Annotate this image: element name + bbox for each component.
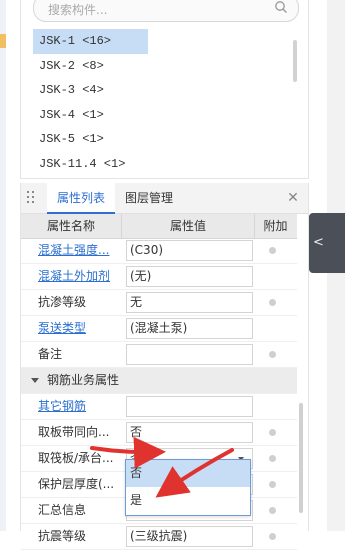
extra-radio[interactable]	[269, 533, 276, 540]
property-value-field[interactable]	[126, 396, 253, 417]
left-strip	[0, 0, 6, 531]
property-name: 抗渗等级	[38, 295, 87, 309]
property-name-link[interactable]: 混凝土外加剂	[38, 264, 122, 289]
tab-layer-management[interactable]: 图层管理	[115, 183, 183, 213]
table-row: 抗震等级 (三级抗震)	[21, 524, 297, 550]
table-row: 备注	[21, 342, 297, 368]
panel-collapse-handle[interactable]: <	[309, 213, 345, 273]
table-header: 属性名称 属性值 附加	[21, 214, 297, 239]
table-row: 混凝土外加剂 (无)	[21, 264, 297, 290]
property-name: 备注	[38, 347, 63, 361]
extra-radio[interactable]	[269, 351, 276, 358]
col-extra-header: 附加	[263, 219, 288, 233]
component-item[interactable]: JSK-2 <8>	[33, 54, 293, 79]
property-name: 抗震等级	[38, 529, 87, 543]
property-value-field[interactable]: 无	[126, 292, 253, 313]
property-name: 取筏板/承台...	[38, 451, 114, 465]
table-row: 抗渗等级 无	[21, 290, 297, 316]
left-accent	[0, 34, 6, 48]
property-scrollbar[interactable]	[299, 403, 303, 513]
col-value-header: 属性值	[121, 214, 255, 238]
component-item[interactable]: JSK-3 <4>	[33, 78, 293, 103]
group-header-row[interactable]: 钢筋业务属性	[21, 368, 297, 394]
drag-handle-icon[interactable]	[27, 191, 35, 205]
property-value-field[interactable]: (C30)	[126, 240, 253, 261]
property-value-field[interactable]	[126, 344, 253, 365]
property-name: 取板带同向...	[38, 425, 110, 439]
col-name-header: 属性名称	[46, 219, 95, 233]
group-header: 钢筋业务属性	[31, 368, 119, 393]
list-scrollbar[interactable]	[293, 40, 297, 82]
extra-radio[interactable]	[269, 299, 276, 306]
property-value-field[interactable]: (三级抗震)	[126, 526, 253, 547]
property-name-link[interactable]: 泵送类型	[38, 316, 122, 341]
property-value-field[interactable]: 否	[126, 422, 253, 443]
table-row: 其它钢筋	[21, 394, 297, 420]
dropdown-option[interactable]: 是	[126, 487, 250, 514]
property-value-field[interactable]: (无)	[126, 266, 253, 287]
table-row: 泵送类型 (混凝土泵)	[21, 316, 297, 342]
extra-radio[interactable]	[269, 429, 276, 436]
property-name: 保护层厚度(...	[38, 477, 115, 491]
property-name-link[interactable]: 其它钢筋	[38, 394, 122, 419]
component-list-panel: 搜索构件... JSK-1 <16> JSK-2 <8> JSK-3 <4> J…	[20, 0, 309, 179]
extra-radio[interactable]	[269, 507, 276, 514]
close-icon[interactable]: ✕	[286, 191, 300, 205]
chevron-left-icon: <	[313, 235, 324, 250]
property-name: 汇总信息	[38, 503, 87, 517]
dropdown-list: 否 是	[125, 459, 251, 516]
search-placeholder: 搜索构件...	[48, 3, 108, 17]
extra-radio[interactable]	[269, 455, 276, 462]
tab-bar: 属性列表 图层管理 ✕	[21, 183, 308, 214]
extra-radio[interactable]	[269, 481, 276, 488]
property-name-link[interactable]: 混凝土强度...	[38, 238, 122, 263]
component-item[interactable]: JSK-5 <1>	[33, 127, 293, 152]
component-list: JSK-1 <16> JSK-2 <8> JSK-3 <4> JSK-4 <1>…	[33, 29, 293, 176]
tab-property-list[interactable]: 属性列表	[47, 183, 116, 214]
extra-radio[interactable]	[269, 247, 276, 254]
table-row: 取板带同向... 否	[21, 420, 297, 446]
group-label: 钢筋业务属性	[47, 373, 120, 387]
table-row: 混凝土强度... (C30)	[21, 238, 297, 264]
component-item[interactable]: JSK-1 <16>	[33, 29, 148, 54]
chevron-down-icon[interactable]	[31, 378, 39, 383]
search-icon[interactable]	[274, 0, 288, 14]
property-value-field[interactable]: (混凝土泵)	[126, 318, 253, 339]
dropdown-option[interactable]: 否	[126, 460, 250, 487]
search-box[interactable]: 搜索构件...	[33, 0, 299, 22]
component-item[interactable]: JSK-4 <1>	[33, 103, 293, 128]
component-item[interactable]: JSK-11.4 <1>	[33, 152, 293, 177]
